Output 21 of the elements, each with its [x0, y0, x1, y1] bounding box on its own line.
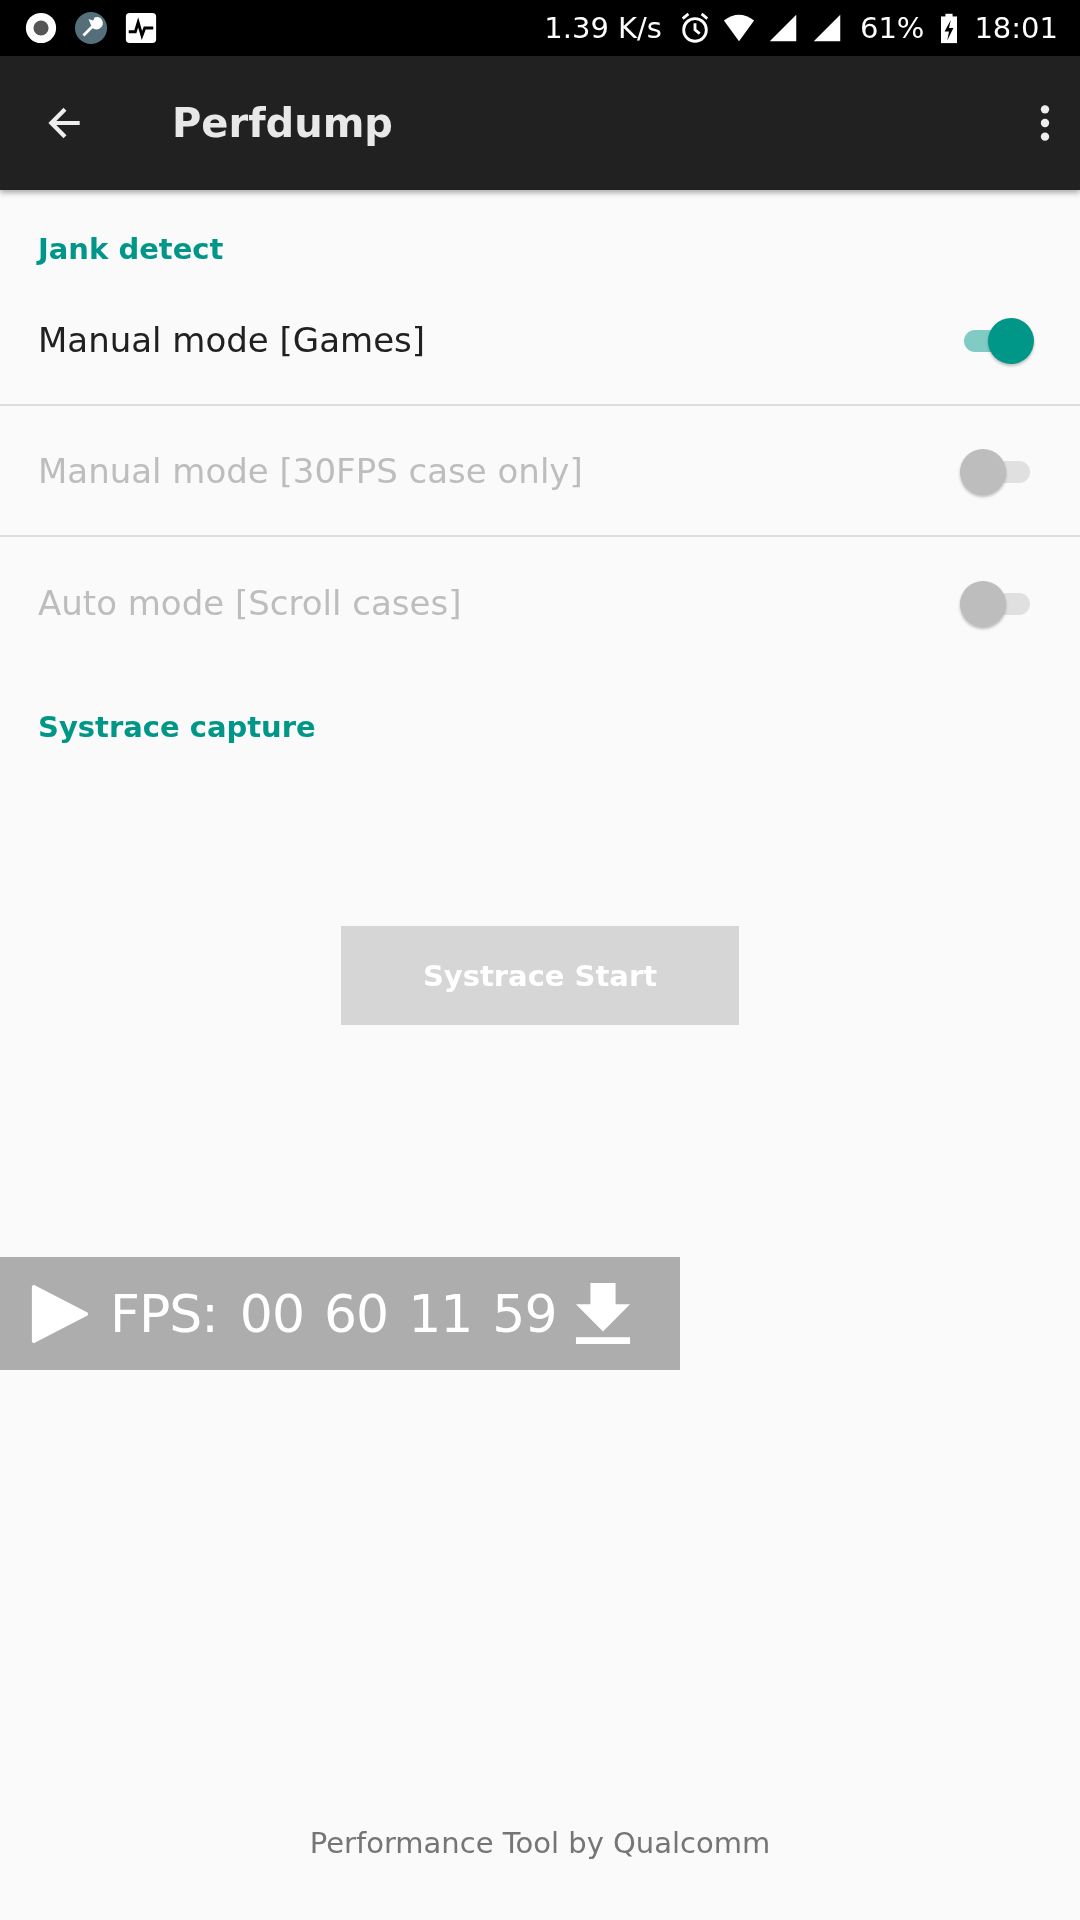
wrench-icon — [74, 11, 108, 45]
section-header: Jank detect — [35, 231, 225, 268]
network-speed: 1.39 K/s — [544, 11, 662, 45]
footer-credit: Performance Tool by Qualcomm — [308, 1826, 772, 1860]
fps-value: 11 — [408, 1283, 473, 1344]
clock: 18:01 — [974, 11, 1058, 45]
fps-label: FPS: — [110, 1283, 218, 1344]
battery-charging-icon — [940, 12, 959, 44]
fps-value: 00 — [239, 1283, 304, 1344]
download-icon[interactable] — [574, 1281, 633, 1346]
app-title: Perfdump — [172, 100, 394, 146]
fps-value: 59 — [492, 1283, 557, 1344]
section-header: Systrace capture — [37, 709, 317, 746]
setting-label: Manual mode [30FPS case only] — [38, 450, 583, 491]
more-options-icon[interactable] — [1038, 102, 1052, 144]
record-icon — [24, 11, 58, 45]
activity-icon — [124, 11, 158, 45]
setting-label: Auto mode [Scroll cases] — [38, 582, 462, 623]
fps-value: 60 — [323, 1283, 389, 1344]
battery-percent: 61% — [859, 11, 925, 45]
setting-label: Manual mode [Games] — [38, 319, 426, 360]
